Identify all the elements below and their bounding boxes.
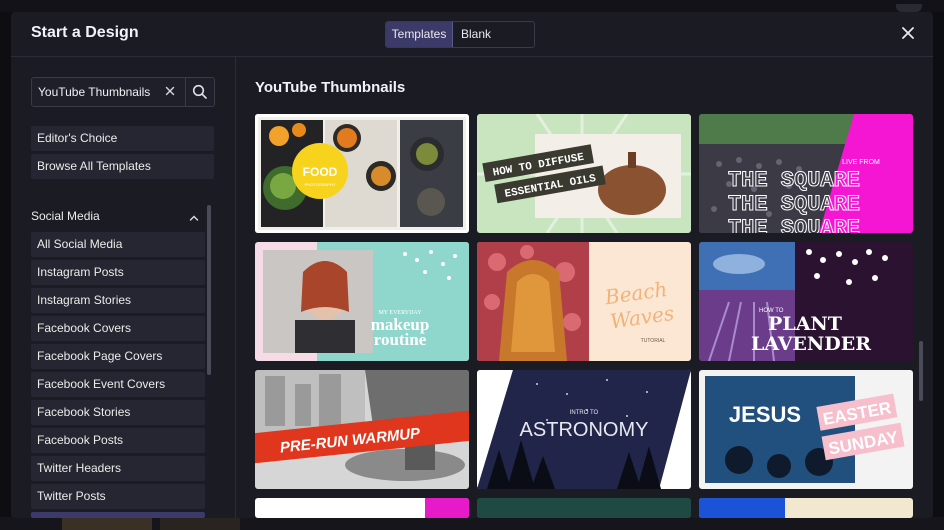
sidebar-item-twitter-posts[interactable]: Twitter Posts — [31, 484, 205, 509]
template-card-partial[interactable] — [699, 498, 913, 518]
template-card-food[interactable]: FOOD PHOTOGRAPHY — [255, 114, 469, 233]
sidebar-item-facebook-stories[interactable]: Facebook Stories — [31, 400, 205, 425]
app-bottom-strip — [0, 517, 944, 530]
close-icon[interactable] — [899, 24, 917, 42]
app-top-bar — [0, 0, 944, 12]
template-card-oils[interactable]: HOW TO DIFFUSE ESSENTIAL OILS — [477, 114, 691, 233]
card-text: TUTORIAL — [641, 338, 666, 344]
card-text: THE SQUARE — [728, 168, 860, 193]
card-text: LAVENDER — [751, 333, 871, 355]
card-text: routine — [374, 330, 427, 349]
start-design-modal: Start a Design Templates Blank Canvas Yo… — [11, 12, 933, 518]
sidebar-item-facebook-covers[interactable]: Facebook Covers — [31, 316, 205, 341]
card-text: THE SQUARE — [728, 216, 860, 233]
search-icon — [192, 84, 207, 99]
sidebar-item-instagram-posts[interactable]: Instagram Posts — [31, 260, 205, 285]
section-title: Social Media — [31, 209, 100, 223]
mode-toggle: Templates Blank Canvas — [385, 21, 535, 48]
sidebar-item-editors-choice[interactable]: Editor's Choice — [31, 126, 214, 151]
section-social-media[interactable]: Social Media — [31, 209, 199, 223]
template-card-makeup[interactable]: MY EVERYDAY makeup routine — [255, 242, 469, 361]
category-sidebar: YouTube Thumbnails Editor's Choice Brows… — [11, 57, 236, 518]
card-text: PHOTOGRAPHY — [304, 182, 335, 187]
background-thumbnail — [62, 517, 152, 530]
template-card-waves[interactable]: Beach Waves TUTORIAL — [477, 242, 691, 361]
sidebar-item-partial[interactable] — [31, 512, 205, 518]
tab-blank-canvas[interactable]: Blank Canvas — [453, 22, 534, 47]
sidebar-item-all-social-media[interactable]: All Social Media — [31, 232, 205, 257]
sidebar-item-instagram-stories[interactable]: Instagram Stories — [31, 288, 205, 313]
template-search: YouTube Thumbnails — [31, 77, 215, 107]
sidebar-item-twitter-headers[interactable]: Twitter Headers — [31, 456, 205, 481]
card-text: FOOD — [303, 165, 338, 179]
modal-title: Start a Design — [31, 24, 139, 41]
search-button[interactable] — [185, 78, 214, 106]
sidebar-item-facebook-event-covers[interactable]: Facebook Event Covers — [31, 372, 205, 397]
sidebar-item-browse-all[interactable]: Browse All Templates — [31, 154, 214, 179]
sidebar-scrollbar[interactable] — [207, 205, 211, 375]
template-card-partial[interactable] — [477, 498, 691, 518]
template-card-warmup[interactable]: PRE-RUN WARMUP — [255, 370, 469, 489]
template-card-lavender[interactable]: HOW TO PLANT LAVENDER — [699, 242, 913, 361]
template-gallery: YouTube Thumbnails FOOD PHOTOGRAPHY HOW … — [236, 57, 933, 518]
sidebar-item-facebook-page-covers[interactable]: Facebook Page Covers — [31, 344, 205, 369]
sidebar-item-facebook-posts[interactable]: Facebook Posts — [31, 428, 205, 453]
template-card-square[interactable]: LIVE FROM THE SQUARE THE SQUARE THE SQUA… — [699, 114, 913, 233]
card-text: LIVE FROM — [842, 159, 880, 166]
card-text: ASTRONOMY — [520, 419, 649, 441]
clear-search-icon[interactable] — [163, 84, 177, 98]
background-thumbnail — [160, 517, 240, 530]
tab-templates[interactable]: Templates — [386, 22, 453, 47]
template-card-easter[interactable]: JESUS EASTER SUNDAY — [699, 370, 913, 489]
avatar[interactable] — [896, 4, 922, 12]
chevron-up-icon[interactable] — [189, 211, 199, 221]
card-text: PLANT — [768, 313, 842, 335]
modal-header: Start a Design Templates Blank Canvas — [11, 12, 933, 57]
card-text: THE SQUARE — [728, 192, 860, 217]
gallery-title: YouTube Thumbnails — [255, 79, 406, 96]
card-text: JESUS — [729, 402, 801, 427]
search-input[interactable]: YouTube Thumbnails — [38, 85, 150, 99]
card-text: INTRO TO — [570, 410, 599, 416]
template-card-astronomy[interactable]: INTRO TO ASTRONOMY — [477, 370, 691, 489]
gallery-scrollbar[interactable] — [919, 341, 923, 401]
template-card-partial[interactable] — [255, 498, 469, 518]
